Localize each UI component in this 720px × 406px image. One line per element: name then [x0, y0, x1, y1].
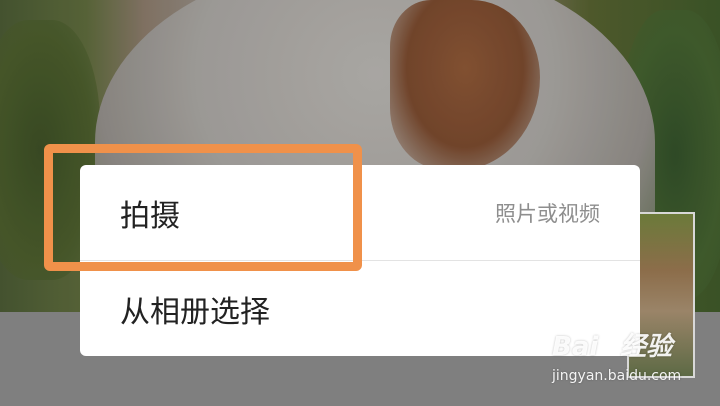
watermark-logo-suffix: 经验: [620, 332, 673, 362]
watermark-logo-prefix: Bai: [552, 332, 599, 362]
watermark-url: jingyan.baidu.com: [552, 368, 682, 384]
baidu-jingyan-watermark: Bai 经验 jingyan.baidu.com: [552, 326, 712, 390]
watermark-logo: Bai 经验: [552, 326, 672, 363]
menu-item-capture-hint: 照片或视频: [495, 201, 600, 226]
menu-item-choose-from-album-label: 从相册选择: [120, 294, 270, 330]
paw-icon: [599, 335, 620, 356]
tutorial-highlight-box: [44, 144, 362, 271]
